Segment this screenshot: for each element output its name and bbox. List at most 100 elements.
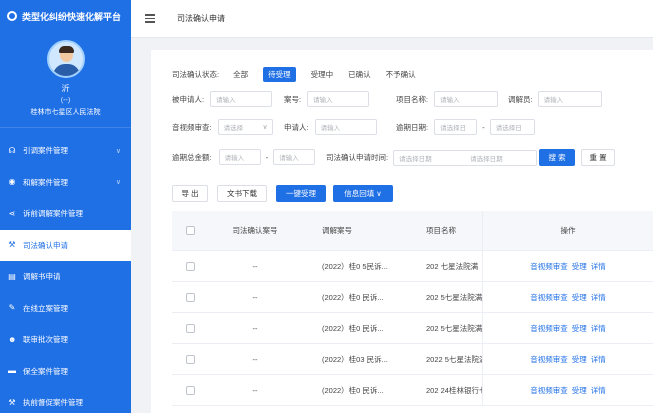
chevron-down-icon: ∨ <box>262 124 268 131</box>
status-all[interactable]: 全部 <box>233 69 248 80</box>
app-brand[interactable]: 类型化纠纷快速化解平台 <box>0 0 131 32</box>
cell-actions: 音视频审查 受理 详情 <box>482 313 653 343</box>
video-review-link[interactable]: 音视频审查 <box>530 292 568 303</box>
info-return-button[interactable]: 信息回填 ∨ <box>333 185 393 202</box>
video-review-link[interactable]: 音视频审查 <box>530 323 568 334</box>
cell-project: 202 5七星法院满 <box>426 292 482 302</box>
user-org: 桂林市七星区人民法院 <box>30 109 101 116</box>
row-checkbox[interactable] <box>185 323 195 333</box>
deadline-end-input[interactable]: 请选择日 <box>489 119 535 135</box>
status-confirmed[interactable]: 已确认 <box>348 69 371 80</box>
cell-mediation-no: (2022）桂0 5民诉... <box>322 261 388 271</box>
sidebar-item-label: 和解案件管理 <box>23 177 68 187</box>
cell-project: 2022 5七星法院满 <box>426 354 482 364</box>
accept-link[interactable]: 受理 <box>572 354 587 365</box>
video-review-link[interactable]: 音视频审查 <box>530 354 568 365</box>
video-review-link[interactable]: 音视频审查 <box>530 261 568 272</box>
cell-mediation-no: (2022）桂0 民诉... <box>322 323 384 333</box>
deadline-start-input[interactable]: 请选择日 <box>434 119 478 135</box>
reset-button[interactable]: 重 置 <box>581 149 616 166</box>
apply-time-label: 司法确认申请时间: <box>326 153 389 162</box>
amount-max-input[interactable]: 请输入 <box>273 149 316 165</box>
detail-link[interactable]: 详情 <box>591 354 606 365</box>
sidebar-item-4[interactable]: ▤ 调解书申请 <box>0 261 131 293</box>
col-project[interactable]: 项目名称 <box>404 225 482 236</box>
deadline-label: 逾期日期: <box>396 122 429 132</box>
cell-actions: 音视频审查 受理 详情 <box>482 375 653 405</box>
respondent-input[interactable]: 请输入 <box>210 91 273 107</box>
accept-link[interactable]: 受理 <box>572 323 587 334</box>
group-icon: ☻ <box>8 334 17 344</box>
share-icon: ⋖ <box>8 208 16 218</box>
chevron-down-icon: ∨ <box>115 179 121 187</box>
sidebar-item-5[interactable]: ✎ 在线立案管理 <box>0 293 131 325</box>
toolbar: 导 出 文书下载 一键受理 信息回填 ∨ <box>172 185 393 202</box>
table-header: 司法确认案号 调解案号 项目名称 操作 <box>172 211 653 251</box>
sidebar-item-label: 联审批次管理 <box>23 335 68 345</box>
col-confirm-no[interactable]: 司法确认案号 <box>208 225 302 236</box>
sidebar-item-0[interactable]: ☊ 引调案件管理 ∨ <box>0 135 131 167</box>
cell-actions: 音视频审查 受理 详情 <box>482 344 653 374</box>
export-button[interactable]: 导 出 <box>172 185 208 202</box>
batch-accept-button[interactable]: 一键受理 <box>276 185 326 202</box>
search-button[interactable]: 搜 索 <box>539 149 576 166</box>
sidebar-item-8[interactable]: ⚒ 执前督促案件管理 <box>0 387 131 413</box>
cell-confirm-no: -- <box>252 261 258 271</box>
sidebar-item-label: 司法确认申请 <box>23 240 68 250</box>
table-row[interactable]: -- (2022）桂0 民诉... 202 5七星法院满 音视频审查 受理 详情 <box>172 313 653 344</box>
menu-toggle-icon[interactable] <box>145 12 155 25</box>
project-input[interactable]: 请输入 <box>434 91 499 107</box>
case-no-input[interactable]: 请输入 <box>307 91 370 107</box>
cell-actions: 音视频审查 受理 详情 <box>482 251 653 281</box>
breadcrumb[interactable]: 司法确认申请 <box>177 13 225 24</box>
table-row[interactable]: -- (2022）桂0 5民诉... 202 七星法院满 音视频审查 受理 详情 <box>172 251 653 282</box>
respondent-label: 被申请人: <box>172 94 205 104</box>
video-review-select[interactable]: 请选择 ∨ <box>217 119 273 135</box>
col-mediation-no[interactable]: 调解案号 <box>302 225 404 236</box>
table-row[interactable]: -- (2022）桂0 民诉... 202 24桂林银行七 音视频审查 受理 详情 <box>172 375 653 406</box>
sidebar-item-label: 在线立案管理 <box>23 303 68 313</box>
sidebar-item-label: 执前督促案件管理 <box>23 398 83 408</box>
row-checkbox[interactable] <box>185 292 195 302</box>
status-filter: 司法确认状态: 全部 待受理 受理中 已确认 不予确认 <box>172 67 431 82</box>
status-rejected[interactable]: 不予确认 <box>386 69 416 80</box>
user-role: (--) <box>60 97 71 104</box>
status-processing[interactable]: 受理中 <box>311 69 334 80</box>
user-name: 沂 <box>61 84 70 93</box>
row-checkbox[interactable] <box>185 385 195 395</box>
table-row[interactable]: -- (2022）桂03 民诉... 2022 5七星法院满 音视频审查 受理 详情 <box>172 344 653 375</box>
amount-min-input[interactable]: 请输入 <box>218 149 261 165</box>
detail-link[interactable]: 详情 <box>591 323 606 334</box>
row-checkbox[interactable] <box>185 261 195 271</box>
eye-icon: ◉ <box>8 177 16 187</box>
col-actions: 操作 <box>482 211 653 250</box>
sidebar-item-label: 诉前调解案件管理 <box>23 209 83 219</box>
accept-link[interactable]: 受理 <box>572 385 587 396</box>
document-icon: ▤ <box>8 271 16 281</box>
detail-link[interactable]: 详情 <box>591 261 606 272</box>
row-checkbox[interactable] <box>185 354 195 364</box>
status-pending[interactable]: 待受理 <box>263 67 296 82</box>
accept-link[interactable]: 受理 <box>572 261 587 272</box>
detail-link[interactable]: 详情 <box>591 292 606 303</box>
document-download-button[interactable]: 文书下载 <box>217 185 267 202</box>
select-all-checkbox[interactable] <box>185 226 195 235</box>
sidebar-menu: ☊ 引调案件管理 ∨ ◉ 和解案件管理 ∨ ⋖ 诉前调解案件管理 ⚒ 司法确认申请 ▤ 调解书申请 ✎ 在… <box>0 135 131 413</box>
requester-input[interactable]: 请输入 <box>314 119 377 135</box>
sidebar-item-1[interactable]: ◉ 和解案件管理 ∨ <box>0 167 131 199</box>
sidebar-item-6[interactable]: ☻ 联审批次管理 <box>0 324 131 356</box>
sidebar-item-2[interactable]: ⋖ 诉前调解案件管理 <box>0 198 131 230</box>
mediator-input[interactable]: 请输入 <box>537 91 602 107</box>
accept-link[interactable]: 受理 <box>572 292 587 303</box>
sidebar-item-7[interactable]: ▬ 保全案件管理 <box>0 356 131 388</box>
table-row[interactable]: -- (2022）桂0 民诉... 202 5七星法院满 音视频审查 受理 详情 <box>172 282 653 313</box>
apply-time-range[interactable]: 请选择日期 请选择日期 <box>393 149 538 166</box>
requester-label: 申请人: <box>284 122 309 132</box>
sidebar-item-3[interactable]: ⚒ 司法确认申请 <box>0 229 131 261</box>
detail-link[interactable]: 详情 <box>591 385 606 396</box>
user-profile: 沂 (--) 桂林市七星区人民法院 <box>0 32 131 128</box>
cell-project: 202 七星法院满 <box>426 261 479 271</box>
video-review-link[interactable]: 音视频审查 <box>530 385 568 396</box>
avatar[interactable] <box>46 40 85 78</box>
apply-start: 请选择日期 <box>399 155 432 163</box>
